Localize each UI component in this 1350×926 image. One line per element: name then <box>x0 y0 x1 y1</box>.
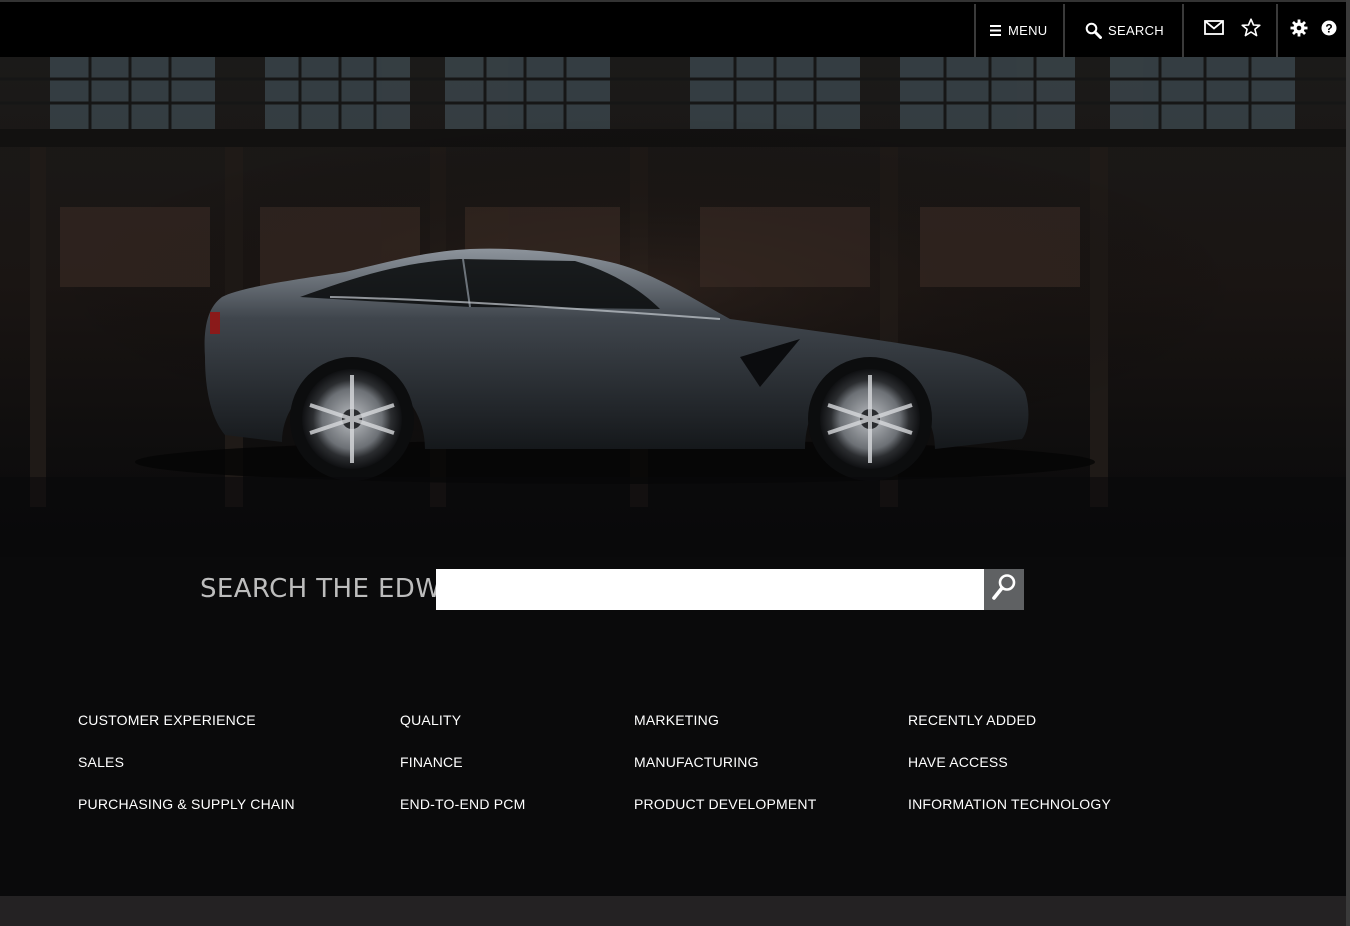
mail-button[interactable] <box>1199 2 1229 58</box>
category-end-to-end-pcm[interactable]: END-TO-END PCM <box>400 796 525 812</box>
edw-search: SEARCH THE EDW <box>0 569 1350 610</box>
help-button[interactable]: ? <box>1314 2 1344 58</box>
category-recently-added[interactable]: RECENTLY ADDED <box>908 712 1036 728</box>
gear-icon <box>1290 19 1308 42</box>
mail-icon <box>1204 20 1224 40</box>
category-manufacturing[interactable]: MANUFACTURING <box>634 754 759 770</box>
nav-divider <box>1063 4 1065 58</box>
footer-bar <box>0 896 1350 926</box>
svg-text:?: ? <box>1325 21 1332 35</box>
hamburger-icon <box>990 24 1002 36</box>
magnifier-icon <box>1085 22 1102 39</box>
category-customer-experience[interactable]: CUSTOMER EXPERIENCE <box>78 712 256 728</box>
search-icon <box>991 573 1017 606</box>
nav-divider <box>1182 4 1184 58</box>
help-icon: ? <box>1321 20 1337 41</box>
star-icon <box>1241 18 1261 42</box>
category-information-technology[interactable]: INFORMATION TECHNOLOGY <box>908 796 1111 812</box>
top-nav-bar: MENU SEARCH ? <box>0 0 1350 58</box>
search-input[interactable] <box>436 569 984 610</box>
category-finance[interactable]: FINANCE <box>400 754 463 770</box>
category-sales[interactable]: SALES <box>78 754 124 770</box>
favorites-button[interactable] <box>1236 2 1266 58</box>
nav-divider <box>1276 4 1278 58</box>
menu-label: MENU <box>1008 22 1048 38</box>
search-nav-button[interactable]: SEARCH <box>1085 2 1164 58</box>
category-have-access[interactable]: HAVE ACCESS <box>908 754 1008 770</box>
hero-image <box>0 57 1350 557</box>
category-purchasing-supply-chain[interactable]: PURCHASING & SUPPLY CHAIN <box>78 796 295 812</box>
nav-divider <box>974 4 976 58</box>
category-marketing[interactable]: MARKETING <box>634 712 719 728</box>
menu-button[interactable]: MENU <box>990 2 1047 58</box>
window-edge <box>1346 0 1350 926</box>
settings-button[interactable] <box>1284 2 1314 58</box>
search-submit-button[interactable] <box>984 569 1024 610</box>
category-product-development[interactable]: PRODUCT DEVELOPMENT <box>634 796 816 812</box>
category-quality[interactable]: QUALITY <box>400 712 461 728</box>
search-nav-label: SEARCH <box>1108 22 1164 38</box>
search-label: SEARCH THE EDW <box>200 574 442 604</box>
